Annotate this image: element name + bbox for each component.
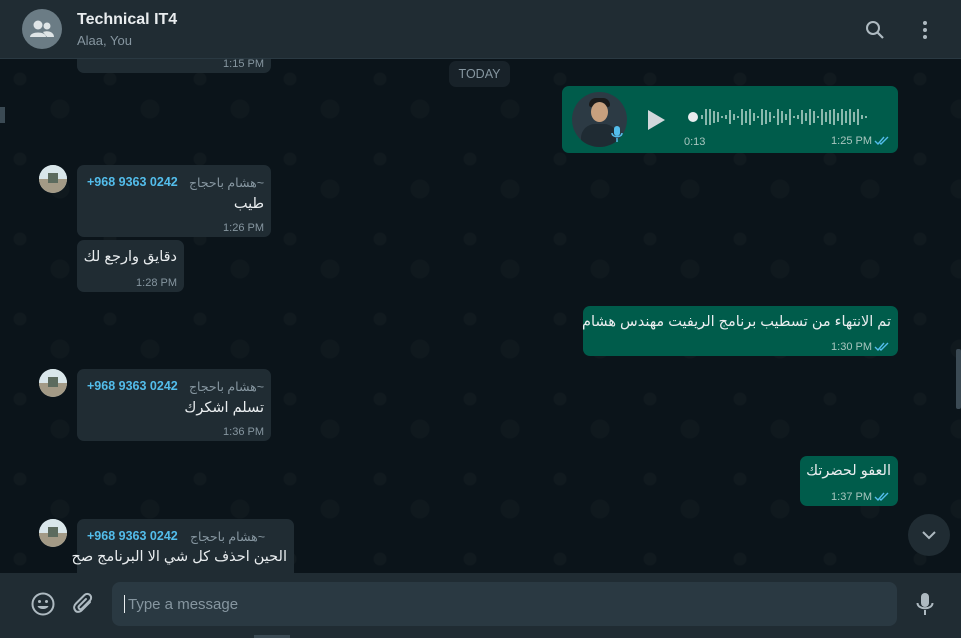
message-bubble-partial[interactable]: 1:15 PM — [77, 59, 271, 73]
microphone-icon[interactable] — [913, 591, 937, 617]
sender-avatar[interactable] — [39, 369, 67, 397]
sender-phone[interactable]: +968 9363 0242 — [87, 379, 178, 393]
attach-icon[interactable] — [72, 591, 96, 617]
sender-phone[interactable]: +968 9363 0242 — [87, 175, 178, 189]
message-input[interactable] — [112, 582, 897, 626]
message-bubble[interactable]: ~هشام باحجاج +968 9363 0242 طيب 1:26 PM — [77, 165, 271, 237]
message-text: دقايق وارجع لك — [83, 249, 177, 265]
scrollbar-thumb[interactable] — [956, 349, 961, 409]
message-bubble[interactable]: دقايق وارجع لك 1:28 PM — [77, 240, 184, 292]
message-text: تسلم اشكرك — [184, 400, 264, 416]
emoji-icon[interactable] — [30, 591, 56, 617]
message-list[interactable]: 1:15 PM TODAY 0:13 1:25 PM ~هشام باحجاج … — [0, 59, 961, 573]
message-bubble[interactable]: ~هشام باحجاج +968 9363 0242 تسلم اشكرك 1… — [77, 369, 271, 441]
read-ticks-icon — [874, 136, 889, 146]
sender-name: ~هشام باحجاج — [188, 380, 264, 394]
play-icon[interactable] — [645, 108, 667, 132]
message-bubble[interactable]: تم الانتهاء من تسطيب برنامج الريفيت مهند… — [582, 306, 898, 356]
scroll-marker — [0, 107, 5, 123]
text-cursor — [124, 595, 125, 613]
sender-avatar[interactable] — [39, 519, 67, 547]
read-ticks-icon — [874, 342, 889, 352]
chevron-down-icon — [922, 531, 936, 540]
message-time: 1:37 PM — [831, 491, 872, 503]
scroll-to-bottom-button[interactable] — [908, 514, 950, 556]
voice-duration: 0:13 — [684, 136, 706, 148]
date-divider: TODAY — [449, 61, 510, 87]
chat-title[interactable]: Technical IT4 — [77, 11, 177, 29]
message-bubble[interactable]: العفو لحضرتك 1:37 PM — [800, 456, 898, 506]
message-time: 1:28 PM — [136, 277, 177, 289]
read-ticks-icon — [874, 492, 889, 502]
message-text: العفو لحضرتك — [806, 463, 891, 479]
message-time: 1:30 PM — [831, 341, 872, 353]
message-text: طيب — [233, 196, 264, 212]
chat-participants: Alaa, You — [77, 33, 132, 48]
sender-name: ~هشام باحجاج — [189, 530, 265, 544]
audio-waveform[interactable] — [688, 106, 878, 128]
sender-name: ~هشام باحجاج — [188, 176, 264, 190]
message-text: الحين احذف كل شي الا البرنامج صح — [71, 549, 287, 565]
menu-icon[interactable] — [913, 18, 937, 42]
voice-message-bubble[interactable]: 0:13 1:25 PM — [562, 86, 898, 153]
group-avatar[interactable] — [22, 9, 62, 49]
message-bubble[interactable]: ~هشام باحجاج +968 9363 0242 الحين احذف ك… — [71, 519, 294, 573]
search-icon[interactable] — [863, 18, 887, 42]
sender-avatar[interactable] — [39, 165, 67, 193]
message-time: 1:36 PM — [223, 426, 264, 438]
microphone-icon — [611, 126, 623, 142]
chat-header[interactable]: Technical IT4 Alaa, You — [0, 0, 961, 59]
message-time: 1:25 PM — [831, 135, 872, 147]
message-text: تم الانتهاء من تسطيب برنامج الريفيت مهند… — [582, 314, 891, 330]
composer-bar[interactable] — [0, 573, 961, 638]
message-time: 1:15 PM — [223, 59, 264, 70]
message-time: 1:26 PM — [223, 222, 264, 234]
group-icon — [30, 20, 54, 37]
sender-phone[interactable]: +968 9363 0242 — [87, 529, 178, 543]
